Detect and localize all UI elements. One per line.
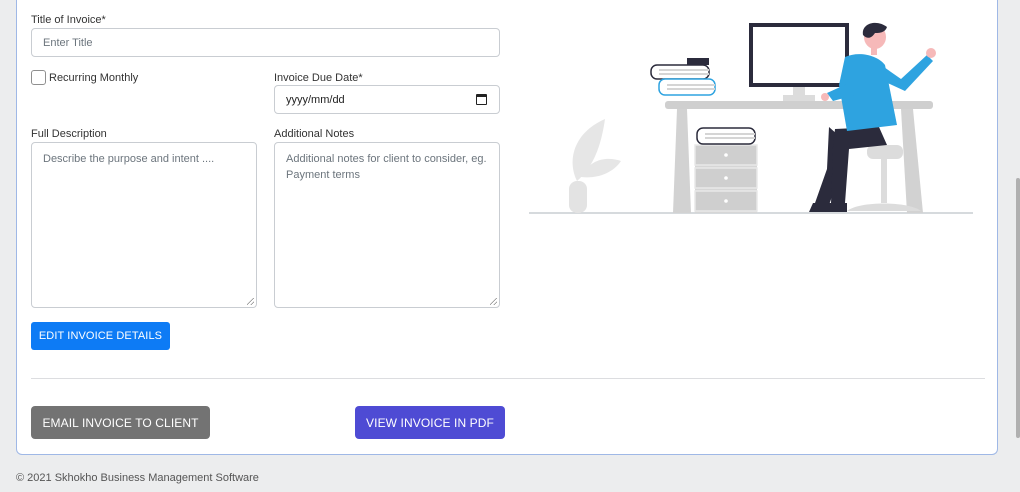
description-label: Full Description [31,128,107,140]
due-date-value: yyyy/mm/dd [286,93,345,106]
footer-copyright: © 2021 Skhokho Business Management Softw… [16,472,259,484]
notes-label: Additional Notes [274,128,355,140]
email-invoice-button[interactable]: EMAIL INVOICE TO CLIENT [31,406,210,439]
invoice-form-card: Title of Invoice* Enter Title Recurring … [16,0,998,455]
view-invoice-pdf-button[interactable]: VIEW INVOICE IN PDF [355,406,505,439]
resize-handle-icon[interactable] [247,298,254,305]
recurring-label: Recurring Monthly [49,72,139,84]
divider [31,378,985,379]
title-label: Title of Invoice* [31,14,106,26]
due-date-label: Invoice Due Date* [274,72,363,84]
resize-handle-icon[interactable] [490,298,497,305]
due-date-input[interactable]: yyyy/mm/dd [274,85,500,114]
edit-invoice-details-button[interactable]: EDIT INVOICE DETAILS [31,322,170,350]
scrollbar[interactable] [1016,178,1020,438]
description-placeholder: Describe the purpose and intent .... [43,153,215,165]
description-textarea[interactable]: Describe the purpose and intent .... [31,142,257,308]
recurring-checkbox[interactable] [31,70,46,85]
notes-textarea[interactable]: Additional notes for client to consider,… [274,142,500,308]
person-working-at-desk-illustration [529,22,973,214]
calendar-icon[interactable] [476,94,487,105]
notes-placeholder: Additional notes for client to consider,… [286,153,487,181]
footer: © 2021 Skhokho Business Management Softw… [0,457,1020,492]
title-input[interactable]: Enter Title [31,28,500,57]
title-placeholder: Enter Title [43,36,93,49]
